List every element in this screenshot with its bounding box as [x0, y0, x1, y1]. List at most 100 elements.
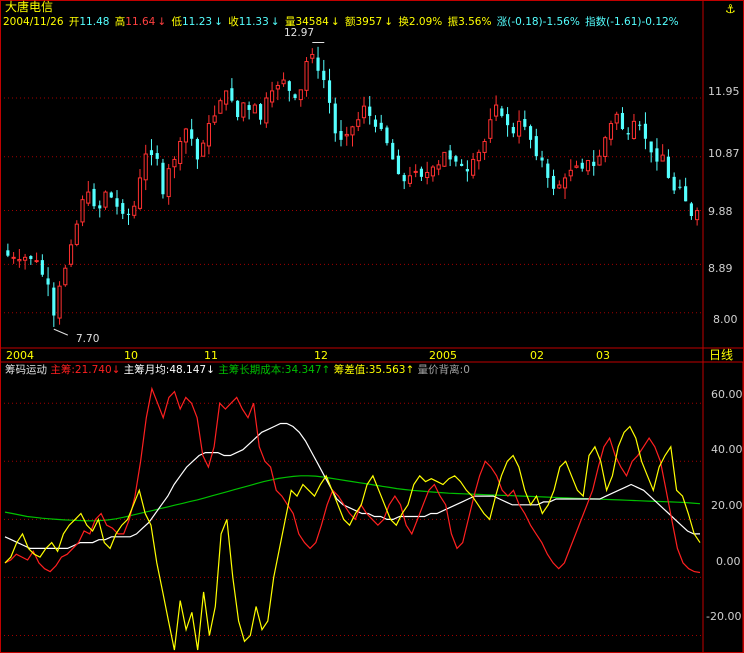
candle-body: [109, 192, 113, 198]
candle-body: [436, 164, 441, 170]
candle-body: [523, 119, 527, 127]
candle-body: [649, 141, 653, 153]
candle-body: [201, 142, 206, 157]
candle-body: [471, 158, 476, 176]
time-axis-label: 2004: [6, 349, 34, 362]
upper-axis-label: 9.88: [708, 205, 733, 218]
chart-canvas: [0, 0, 744, 653]
min-marker-line: [53, 328, 69, 336]
quote-date: 2004/11/26: [3, 16, 64, 28]
candle-body: [29, 256, 33, 259]
candle-body: [333, 103, 337, 134]
candle-body: [574, 165, 579, 168]
candle-body: [161, 162, 165, 195]
candle-body: [183, 128, 189, 143]
candle-body: [344, 133, 349, 137]
low-value: 11.23: [182, 16, 213, 28]
candle-body: [350, 126, 355, 136]
candle-body: [23, 256, 28, 261]
indicator-diff-value: 35.563: [368, 364, 406, 376]
candle-body: [270, 90, 275, 103]
candle-body: [304, 61, 309, 91]
indicator-series-line: [4, 422, 700, 550]
candle-body: [666, 156, 670, 178]
candle-body: [316, 57, 320, 71]
candle-body: [172, 158, 177, 168]
time-axis-label: 02: [530, 349, 544, 362]
candle-body: [551, 175, 556, 189]
indicator-diff-arrow: ↑: [405, 364, 415, 376]
candle-body: [252, 104, 257, 114]
candle-body: [506, 114, 510, 126]
close-value: 11.33: [238, 16, 269, 28]
candle-body: [660, 154, 665, 162]
open-value: 11.48: [79, 16, 110, 28]
candle-body: [68, 244, 74, 265]
candle-body: [287, 81, 291, 91]
candle-body: [356, 119, 361, 127]
candle-body: [46, 278, 50, 285]
lower-axis-label: 40.00: [711, 443, 743, 456]
candle-body: [259, 104, 263, 120]
candle-body: [592, 161, 596, 166]
candle-body: [247, 105, 251, 110]
candle-body: [568, 169, 573, 177]
open-label: 开: [68, 16, 80, 28]
close-label: 收: [228, 16, 239, 28]
candle-body: [385, 127, 389, 144]
candle-body: [17, 259, 22, 262]
candle-body: [11, 256, 16, 259]
upper-axis-label: 8.00: [713, 313, 738, 326]
indicator-lines: [4, 386, 701, 651]
candle-body: [212, 115, 217, 123]
candle-body: [361, 105, 367, 119]
candle-body: [448, 150, 452, 160]
candle-body: [528, 126, 533, 140]
candle-body: [488, 119, 493, 139]
candle-body: [224, 90, 229, 105]
candle-body: [678, 186, 682, 188]
candle-body: [178, 140, 183, 164]
candle-body: [391, 142, 395, 160]
candle-body: [557, 184, 562, 189]
candle-body: [454, 156, 458, 162]
indicator-monthly-label: 主筹月均:: [123, 364, 170, 376]
stock-name: 大唐电信: [5, 0, 54, 14]
time-axis-label: 03: [596, 349, 610, 362]
candle-body: [368, 106, 372, 116]
candle-body: [396, 155, 401, 175]
candle-body: [236, 100, 240, 118]
candle-body: [126, 213, 131, 215]
candle-body: [264, 97, 269, 124]
indicator-monthly-arrow: ↓: [206, 364, 215, 376]
pin-icon[interactable]: ⚓: [725, 2, 736, 16]
time-axis-label: 2005: [429, 349, 457, 362]
candle-body: [155, 153, 159, 159]
candle-body: [6, 250, 10, 256]
high-value: 11.64: [125, 16, 156, 28]
candle-body: [149, 150, 154, 156]
candle-body: [115, 198, 119, 207]
candle-body: [34, 260, 39, 263]
candle-body: [379, 122, 383, 129]
candle-body: [476, 151, 481, 162]
indicator-series-line: [4, 386, 701, 574]
candle-body: [608, 123, 614, 140]
candle-body: [540, 157, 544, 161]
candle-body: [562, 177, 568, 189]
candle-body: [339, 130, 343, 140]
candlestick-series: [6, 42, 700, 336]
candle-body: [620, 112, 625, 129]
candle-body: [103, 191, 108, 208]
candle-body: [614, 113, 619, 124]
candle-body: [190, 129, 194, 139]
candle-body: [465, 169, 469, 172]
period-button[interactable]: 日线: [709, 349, 733, 362]
candle-body: [638, 124, 642, 126]
amplitude-value: 3.56%: [458, 16, 492, 28]
candle-body: [275, 84, 280, 90]
candle-body: [298, 89, 303, 101]
candle-body: [143, 153, 148, 181]
candle-body: [407, 175, 413, 184]
candle-body: [631, 120, 637, 139]
